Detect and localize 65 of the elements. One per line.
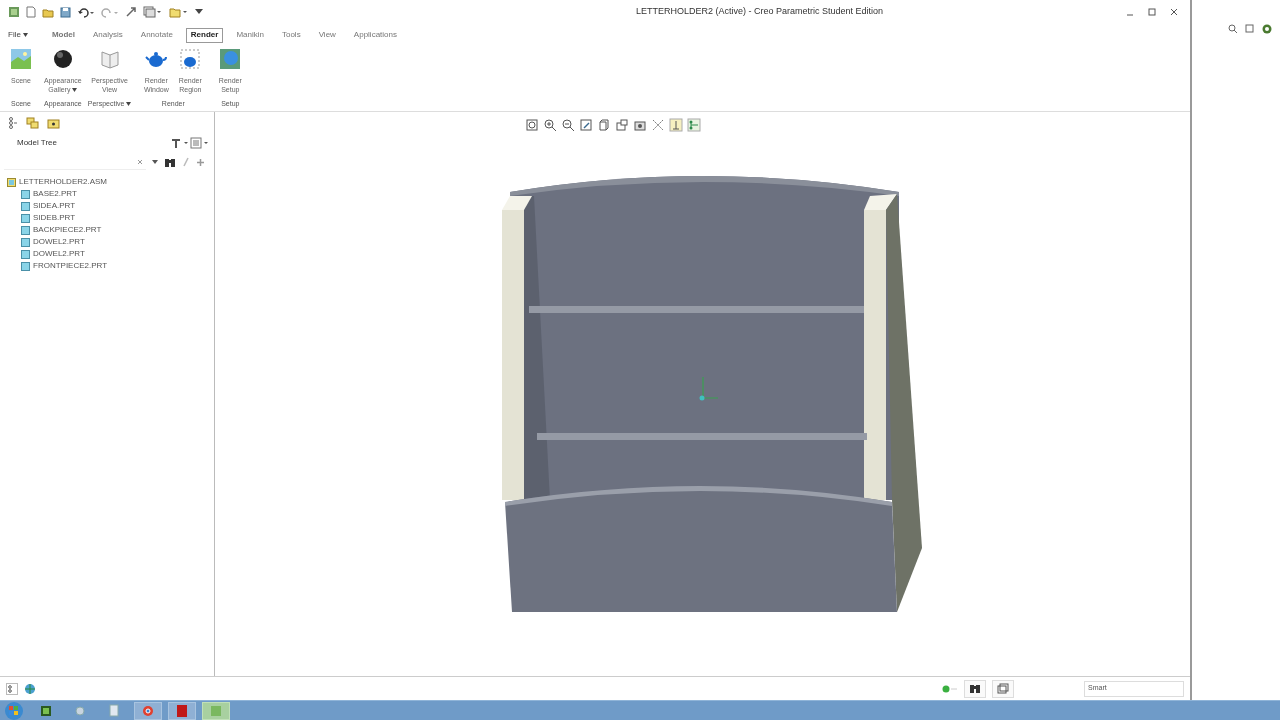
cube-icon[interactable]: [596, 118, 611, 132]
browser-icon[interactable]: [134, 701, 162, 720]
start-button-icon[interactable]: [2, 700, 26, 720]
clear-icon[interactable]: [137, 158, 143, 165]
ribbon-tab[interactable]: Render: [185, 27, 224, 43]
windows-icon[interactable]: [992, 679, 1014, 698]
tree-icon[interactable]: [6, 682, 18, 695]
zoom-in-icon[interactable]: [542, 118, 557, 132]
binoculars-icon[interactable]: [964, 679, 986, 698]
camera-icon[interactable]: [632, 118, 647, 132]
close-icon[interactable]: [1170, 8, 1178, 16]
pdf-icon[interactable]: [168, 701, 196, 720]
tree-item[interactable]: LETTERHOLDER2.ASM: [7, 176, 108, 188]
refit-icon[interactable]: [524, 118, 539, 132]
caret-icon[interactable]: [152, 160, 158, 164]
sphere-icon: [51, 48, 74, 70]
ribbon-tab[interactable]: Analysis: [88, 27, 128, 43]
tree-item[interactable]: DOWEL2.PRT: [21, 248, 85, 260]
ribbon-tab[interactable]: Tools: [276, 27, 306, 43]
assembly-icon: [7, 177, 16, 187]
globe-icon[interactable]: [24, 682, 36, 695]
status-light-icon: [942, 684, 958, 693]
caret-icon: [72, 88, 78, 93]
save-icon[interactable]: [60, 6, 71, 18]
tree-item[interactable]: DOWEL2.PRT: [21, 236, 85, 248]
tree-item[interactable]: SIDEA.PRT: [21, 200, 76, 212]
window-title: LETTERHOLDER2 (Active) - Creo Parametric Student Edition: [635, 5, 884, 19]
panel-title: Model Tree: [17, 137, 59, 149]
caret-icon: [126, 101, 132, 106]
maximize-icon[interactable]: [1148, 8, 1156, 16]
tree-item[interactable]: SIDEB.PRT: [21, 212, 76, 224]
landscape-icon: [10, 48, 32, 70]
redo-icon[interactable]: [101, 6, 119, 18]
plus-icon[interactable]: [196, 157, 205, 167]
ribbon-tab[interactable]: View: [313, 27, 341, 43]
annotation-display-icon[interactable]: [668, 118, 683, 132]
layers-icon[interactable]: [26, 117, 39, 129]
file-menu[interactable]: File: [4, 27, 32, 43]
binoculars-icon[interactable]: [164, 156, 176, 168]
new-file-icon[interactable]: [26, 6, 36, 18]
perspective-icon: [98, 48, 121, 70]
spin-center-icon[interactable]: [686, 118, 701, 132]
saved-views-icon[interactable]: [614, 118, 629, 132]
app-icon[interactable]: [8, 6, 20, 18]
search-icon[interactable]: [1228, 24, 1237, 33]
help-icon[interactable]: [1262, 24, 1272, 34]
repaint-icon[interactable]: [578, 118, 593, 132]
ribbon-tab[interactable]: Manikin: [231, 27, 269, 43]
tree-item[interactable]: FRONTPIECE2.PRT: [21, 260, 108, 272]
teapot-region-icon: [179, 48, 202, 70]
tree-icon[interactable]: [8, 117, 18, 129]
zoom-out-icon[interactable]: [560, 118, 575, 132]
app-icon[interactable]: [202, 701, 230, 720]
window-icon[interactable]: [1245, 24, 1254, 33]
ribbon-tab[interactable]: Applications: [348, 27, 402, 43]
caret-icon: [22, 33, 28, 37]
undo-icon[interactable]: [77, 6, 95, 18]
ribbon-tab[interactable]: Annotate: [135, 27, 178, 43]
tree-item[interactable]: BACKPIECE2.PRT: [21, 224, 102, 236]
tree-item[interactable]: BASE2.PRT: [21, 188, 77, 200]
folder-icon[interactable]: [47, 117, 60, 129]
customize-caret-icon[interactable]: [195, 9, 203, 15]
windows-icon[interactable]: [143, 6, 163, 18]
render-setup-icon: [219, 48, 242, 70]
ribbon-tab[interactable]: Model: [46, 27, 80, 43]
